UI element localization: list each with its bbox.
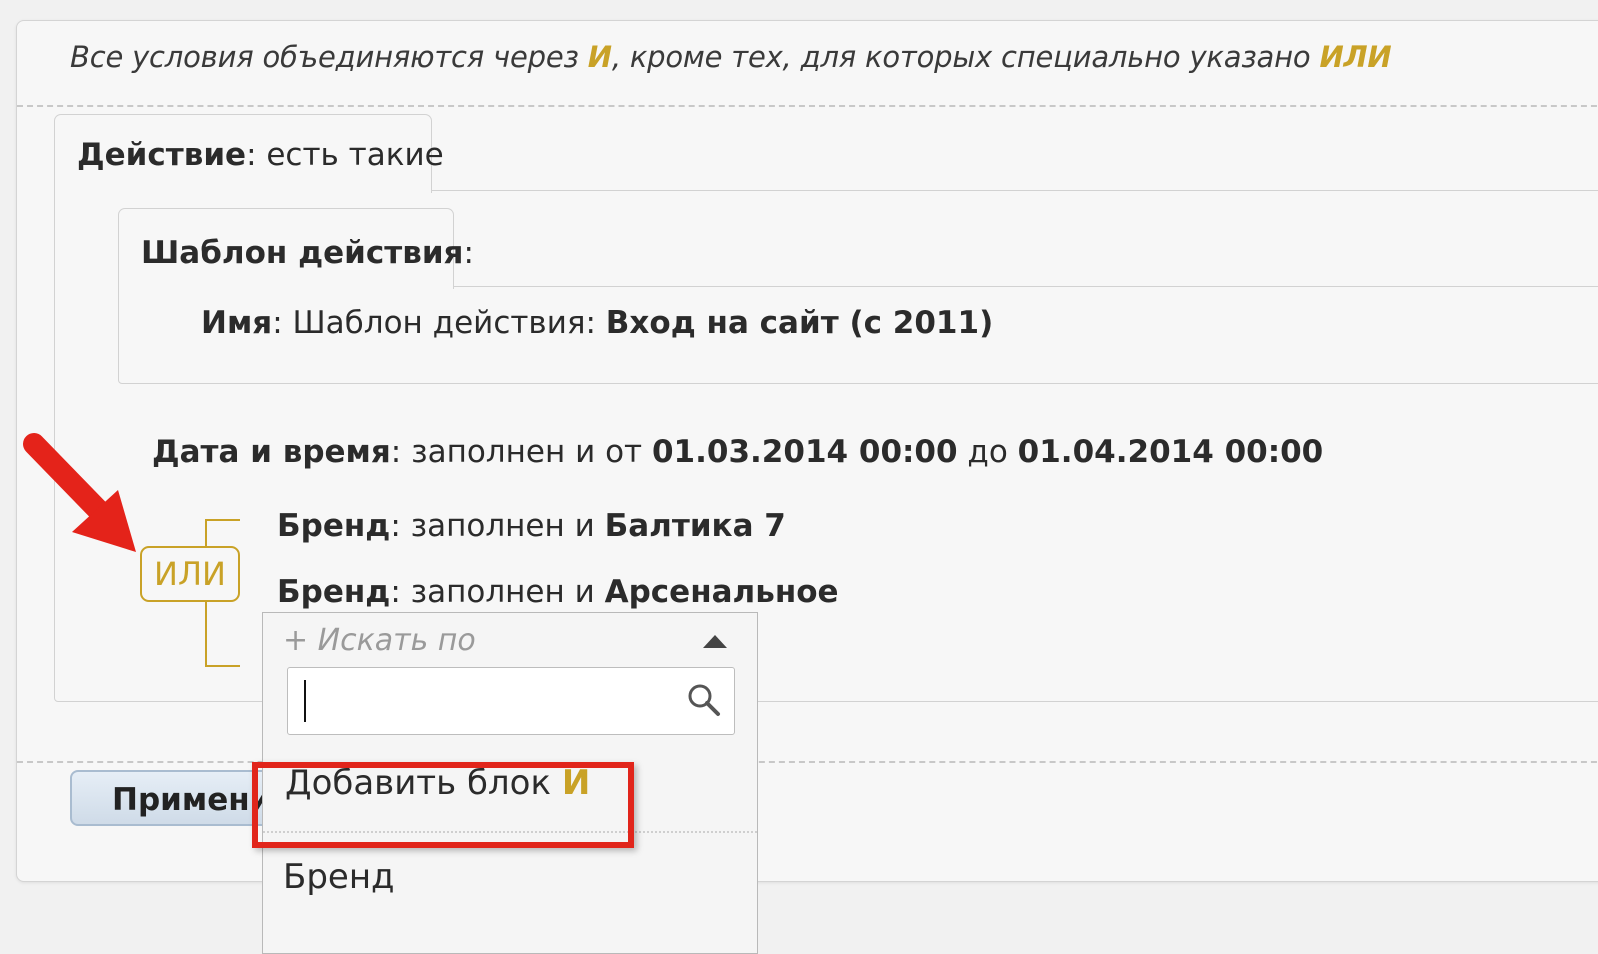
- hint-and: И: [587, 40, 612, 74]
- datetime-label: Дата и время: [152, 434, 391, 470]
- datetime-text-2: до: [957, 434, 1018, 470]
- search-icon[interactable]: [686, 682, 722, 718]
- name-label: Имя: [201, 305, 273, 341]
- template-tab-suffix: :: [463, 235, 474, 271]
- red-arrow-annotation: [23, 433, 136, 552]
- brand-value: Арсенальное: [604, 574, 839, 610]
- datetime-text: : заполнен и от: [390, 434, 652, 470]
- brand-text: : заполнен и: [390, 574, 605, 610]
- dropdown-header[interactable]: + Искать по: [283, 623, 476, 658]
- name-value: Вход на сайт (с 2011): [605, 305, 994, 341]
- brand-label: Бренд: [277, 508, 391, 544]
- action-tab-value: : есть такие: [246, 137, 444, 173]
- datetime-to: 01.04.2014 00:00: [1017, 434, 1324, 470]
- name-prefix: : Шаблон действия:: [272, 305, 606, 341]
- brand-condition-2[interactable]: Бренд: заполнен и Арсенальное: [277, 574, 839, 610]
- template-tab-label: Шаблон действия: [141, 235, 464, 271]
- brand-label: Бренд: [277, 574, 391, 610]
- hint-or: ИЛИ: [1319, 40, 1392, 74]
- action-tab-label: Действие: [77, 137, 247, 173]
- brand-value: Балтика 7: [604, 508, 786, 544]
- action-tab[interactable]: Действие: есть такие: [54, 114, 444, 193]
- template-tab[interactable]: Шаблон действия:: [118, 208, 474, 289]
- dropdown-search-input[interactable]: [287, 667, 735, 735]
- or-badge[interactable]: ИЛИ: [140, 546, 240, 602]
- text-caret: [304, 680, 306, 722]
- datetime-from: 01.03.2014 00:00: [651, 434, 958, 470]
- brand-condition-1[interactable]: Бренд: заполнен и Балтика 7: [277, 508, 786, 544]
- conditions-hint: Все условия объединяются через И, кроме …: [70, 40, 1392, 74]
- datetime-condition[interactable]: Дата и время: заполнен и от 01.03.2014 0…: [152, 434, 1323, 470]
- chevron-up-icon[interactable]: [703, 635, 727, 648]
- divider-top: [17, 105, 1598, 107]
- brand-option[interactable]: Бренд: [283, 857, 395, 897]
- template-name-condition[interactable]: Имя: Шаблон действия: Вход на сайт (с 20…: [201, 305, 993, 341]
- brand-text: : заполнен и: [390, 508, 605, 544]
- highlight-frame: [252, 762, 634, 848]
- hint-text-middle: , кроме тех, для которых специально указ…: [611, 40, 1320, 74]
- template-block: Имя: Шаблон действия: Вход на сайт (с 20…: [118, 286, 1598, 384]
- hint-text: Все условия объединяются через: [70, 40, 588, 74]
